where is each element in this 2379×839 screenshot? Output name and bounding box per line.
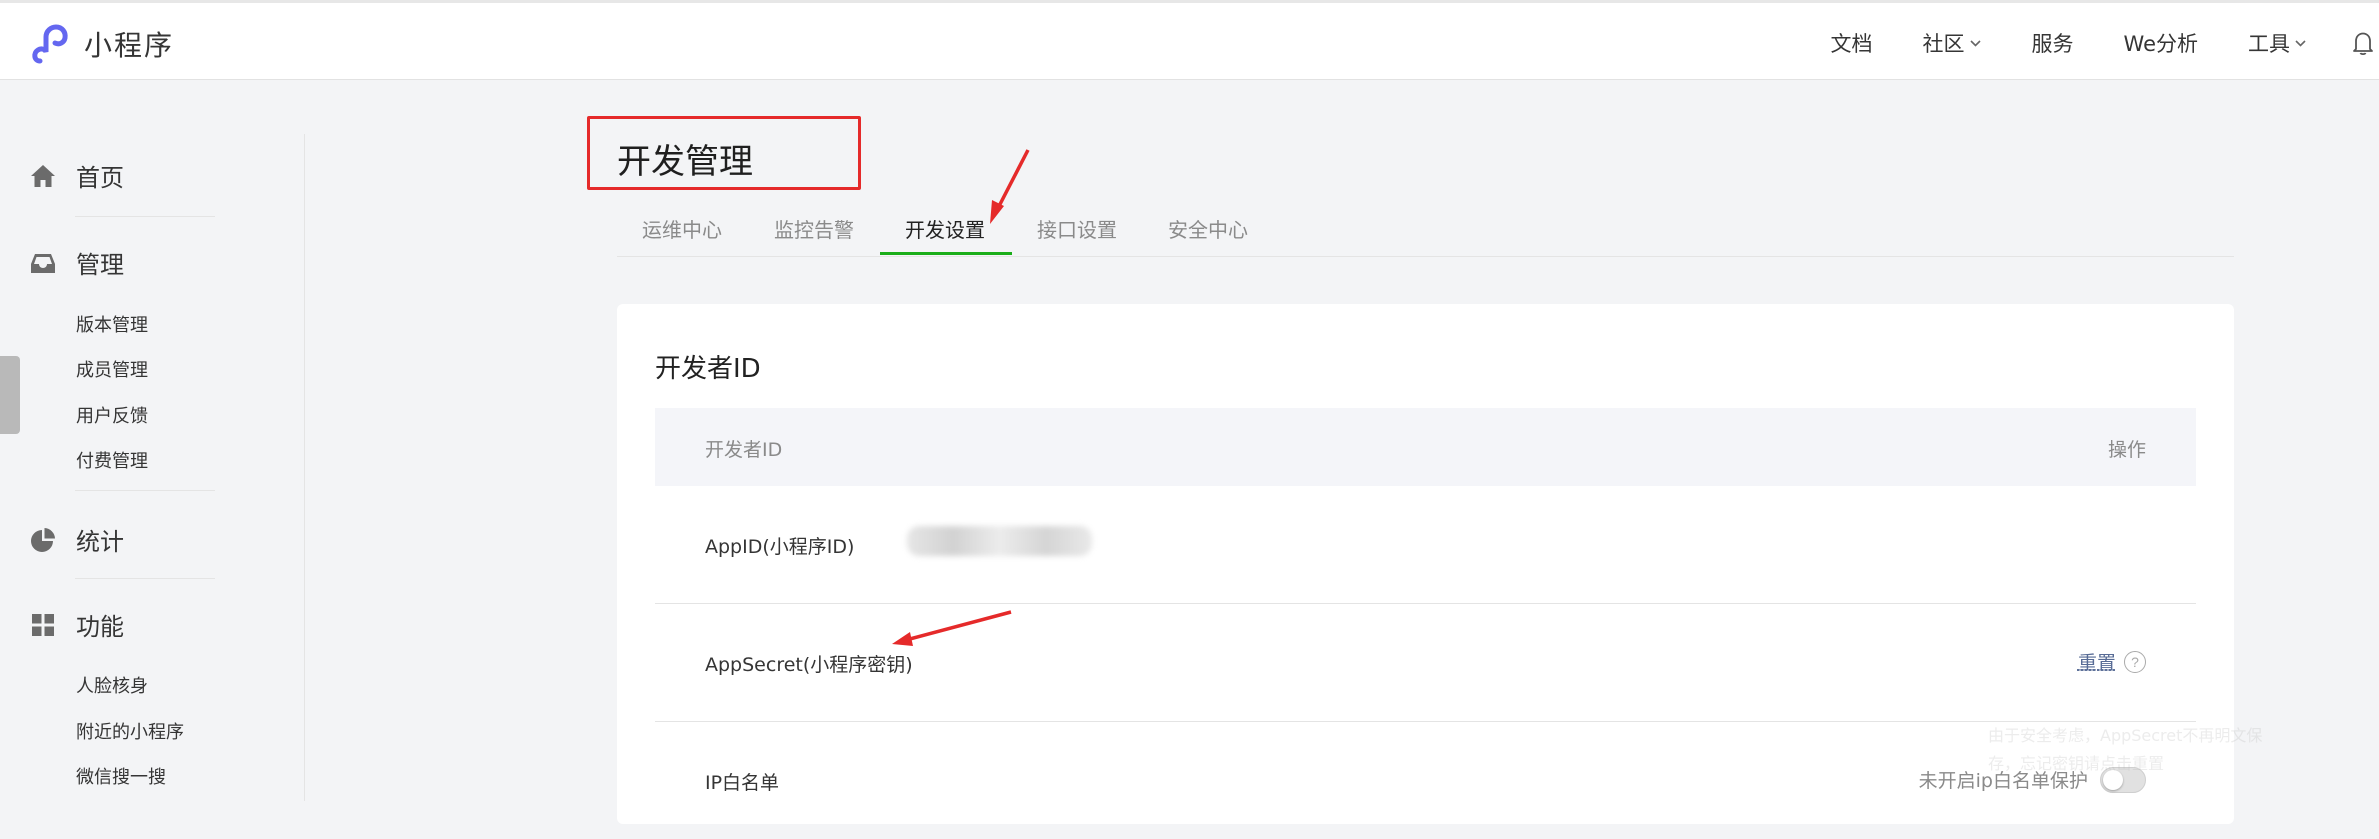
brand-logo[interactable]: 小程序 <box>30 23 174 65</box>
table-row-ip-whitelist: IP白名单 未开启ip白名单保护 <box>655 722 2196 839</box>
sidebar-separator <box>75 490 215 491</box>
top-nav-menu: 文档 社区 服务 We分析 工具 <box>1831 3 2379 83</box>
tab-ops-center[interactable]: 运维中心 <box>642 214 722 243</box>
miniprogram-logo-icon <box>30 23 72 65</box>
column-header-action: 操作 <box>2108 435 2146 462</box>
sidebar-item-payment-management[interactable]: 付费管理 <box>76 447 148 473</box>
sidebar-separator <box>75 216 215 217</box>
table-header: 开发者ID 操作 <box>655 408 2196 486</box>
grid-icon <box>30 612 56 638</box>
appsecret-tooltip: 由于安全考虑，AppSecret不再明文保存，忘记密钥请点击重置 <box>1988 722 2278 778</box>
topnav-community-label: 社区 <box>1923 28 1965 58</box>
topnav-community[interactable]: 社区 <box>1923 28 1982 58</box>
home-icon <box>30 163 56 189</box>
appid-value-redacted <box>907 526 1092 556</box>
tab-security-center[interactable]: 安全中心 <box>1168 214 1248 243</box>
topnav-services-label: 服务 <box>2032 28 2074 58</box>
brand-name: 小程序 <box>84 24 174 64</box>
active-tab-indicator <box>880 252 1012 255</box>
pie-chart-icon <box>30 527 56 553</box>
topnav-docs[interactable]: 文档 <box>1831 28 1873 58</box>
tab-bar: 运维中心 监控告警 开发设置 接口设置 安全中心 <box>617 204 2234 257</box>
sidebar-item-home-label: 首页 <box>76 158 124 193</box>
chevron-down-icon <box>2294 39 2307 48</box>
sidebar-item-features-label: 功能 <box>76 607 124 642</box>
table-row-appid: AppID(小程序ID) <box>655 486 2196 604</box>
appid-label: AppID(小程序ID) <box>705 532 854 559</box>
ip-whitelist-label: IP白名单 <box>705 768 779 795</box>
tab-monitoring-alerts[interactable]: 监控告警 <box>774 214 854 243</box>
tab-dev-settings[interactable]: 开发设置 <box>905 214 985 243</box>
reset-appsecret-link[interactable]: 重置 <box>2078 648 2116 675</box>
sidebar-item-version-management[interactable]: 版本管理 <box>76 311 148 337</box>
topnav-tools-label: 工具 <box>2248 28 2290 58</box>
appsecret-actions: 重置 ? <box>2078 648 2146 675</box>
developer-id-card: 开发者ID 开发者ID 操作 AppID(小程序ID) AppSecret(小程… <box>617 304 2234 824</box>
sidebar-separator <box>75 578 215 579</box>
sidebar-item-features[interactable]: 功能 <box>30 607 124 642</box>
inbox-icon <box>30 250 56 276</box>
sidebar-item-home[interactable]: 首页 <box>30 158 124 193</box>
topnav-tools[interactable]: 工具 <box>2248 28 2307 58</box>
chevron-down-icon <box>1969 39 1982 48</box>
sidebar-item-user-feedback[interactable]: 用户反馈 <box>76 402 148 428</box>
question-circle-icon[interactable]: ? <box>2124 651 2146 673</box>
topnav-docs-label: 文档 <box>1831 28 1873 58</box>
topnav-we-analytics[interactable]: We分析 <box>2124 28 2198 58</box>
sidebar-divider <box>304 134 305 801</box>
sidebar-item-face-verification[interactable]: 人脸核身 <box>76 672 148 698</box>
sidebar-item-stats-label: 统计 <box>76 522 124 557</box>
developer-id-title: 开发者ID <box>655 348 761 385</box>
topnav-services[interactable]: 服务 <box>2032 28 2074 58</box>
sidebar-item-member-management[interactable]: 成员管理 <box>76 356 148 382</box>
column-header-developer-id: 开发者ID <box>705 435 782 462</box>
appsecret-label: AppSecret(小程序密钥) <box>705 650 913 677</box>
topnav-we-analytics-label: We分析 <box>2124 28 2198 58</box>
tab-api-settings[interactable]: 接口设置 <box>1037 214 1117 243</box>
sidebar-item-nearby-miniprograms[interactable]: 附近的小程序 <box>76 718 184 744</box>
sidebar-item-manage[interactable]: 管理 <box>30 245 124 280</box>
sidebar-item-wechat-search[interactable]: 微信搜一搜 <box>76 763 166 789</box>
table-row-appsecret: AppSecret(小程序密钥) 重置 ? <box>655 604 2196 722</box>
sidebar-item-manage-label: 管理 <box>76 245 124 280</box>
annotation-highlight-box <box>587 116 861 190</box>
bell-icon[interactable] <box>2349 29 2377 57</box>
top-navigation-bar: 小程序 文档 社区 服务 We分析 工具 <box>0 0 2379 80</box>
sidebar-item-stats[interactable]: 统计 <box>30 522 124 557</box>
sidebar-scroll-handle[interactable] <box>0 356 20 434</box>
